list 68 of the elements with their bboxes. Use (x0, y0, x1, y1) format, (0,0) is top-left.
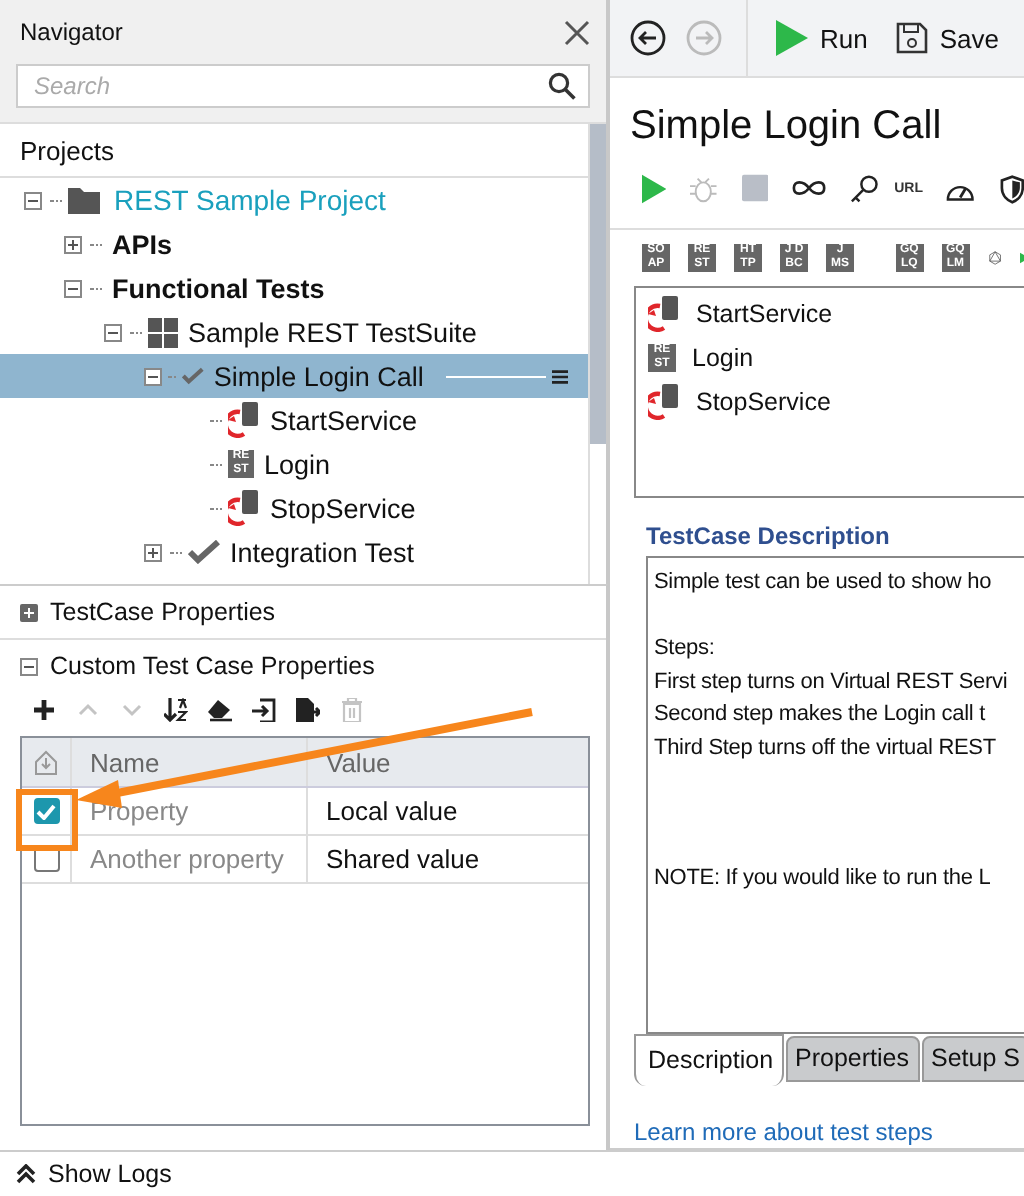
save-button[interactable]: Save (891, 18, 1003, 58)
help-link[interactable]: Learn more about test steps (634, 1118, 1024, 1146)
checkmark-icon (188, 540, 220, 564)
collapse-icon[interactable] (104, 323, 124, 341)
description-line: Steps: (654, 634, 717, 664)
loop-icon[interactable] (791, 178, 826, 198)
import-icon[interactable] (252, 698, 276, 722)
run-button[interactable]: Run (772, 16, 872, 60)
section-header[interactable]: TestCase Properties (50, 598, 276, 626)
collapse-icon[interactable] (64, 279, 84, 297)
show-logs-button[interactable]: Show Logs (48, 1160, 172, 1188)
scrollbar[interactable] (588, 124, 606, 584)
description-line: Simple test can be used to show ho (654, 568, 994, 598)
double-chevron-icon[interactable] (16, 1164, 36, 1184)
tree-item[interactable]: StartService (0, 398, 588, 442)
search-field[interactable]: Search (16, 64, 590, 108)
test-step[interactable]: StopService (636, 380, 1024, 424)
folder-icon (68, 186, 100, 214)
tree-item[interactable]: Integration Test (0, 530, 588, 574)
collapse-icon[interactable] (20, 657, 38, 675)
save-icon (895, 22, 928, 54)
virtual-service-icon (228, 490, 260, 526)
column-header[interactable]: Value (308, 738, 588, 786)
virtual-service-icon (228, 402, 260, 438)
collapse-icon[interactable] (144, 367, 162, 385)
description-line: Second step makes the Login call t (654, 700, 988, 730)
export-icon[interactable] (296, 698, 320, 722)
collapse-icon[interactable] (24, 191, 44, 209)
menu-icon[interactable] (551, 365, 568, 387)
play-icon[interactable] (642, 173, 667, 203)
test-step[interactable]: StartService (636, 292, 1024, 336)
shield-icon[interactable] (999, 173, 1024, 203)
add-icon[interactable] (32, 698, 56, 722)
description-line: First step turns on Virtual REST Servi (654, 667, 1010, 697)
close-icon[interactable] (564, 19, 590, 45)
section-header: Projects (20, 135, 114, 165)
test-case-title: Simple Login Call (630, 104, 944, 152)
section-title: TestCase Description (646, 522, 892, 550)
highlight-box (16, 789, 78, 851)
search-icon[interactable] (548, 72, 576, 100)
tab[interactable]: Description (634, 1034, 784, 1086)
section-header[interactable]: Custom Test Case Properties (50, 652, 375, 680)
table-cell[interactable]: Shared value (308, 836, 588, 882)
table-cell: Another property (72, 836, 308, 882)
tab[interactable]: Setup S (921, 1036, 1024, 1082)
description-field[interactable]: Simple test can be used to show ho Steps: First step turns on Virtual REST Servi Second step makes the Login call t Third Step turns off the virtual REST NOTE: If you would like to run the L (646, 556, 1024, 1034)
grid-icon (148, 317, 178, 347)
table-cell[interactable]: Local value (308, 788, 588, 834)
expand-icon[interactable] (144, 543, 164, 561)
tree-item[interactable]: APIs (0, 222, 588, 266)
description-line: NOTE: If you would like to run the L (654, 864, 993, 894)
checkbox[interactable] (33, 798, 59, 824)
tree-item[interactable]: StopService (0, 486, 588, 530)
virtual-service-icon (648, 296, 680, 332)
virtual-service-icon (648, 384, 680, 420)
back-icon[interactable] (630, 20, 666, 56)
sort-icon[interactable] (164, 698, 188, 722)
expand-icon[interactable] (64, 235, 84, 253)
key-icon[interactable] (849, 173, 879, 203)
tab[interactable]: Properties (785, 1036, 920, 1082)
tree-item[interactable]: Simple Login Call (0, 354, 588, 398)
description-line: Third Step turns off the virtual REST (654, 733, 998, 763)
tree-item[interactable]: Sample REST TestSuite (0, 310, 588, 354)
play-icon (776, 20, 808, 56)
checkmark-icon (182, 364, 204, 388)
eraser-icon[interactable] (208, 698, 232, 722)
panel-title: Navigator (20, 18, 123, 46)
tree-item[interactable]: Functional Tests (0, 266, 588, 310)
